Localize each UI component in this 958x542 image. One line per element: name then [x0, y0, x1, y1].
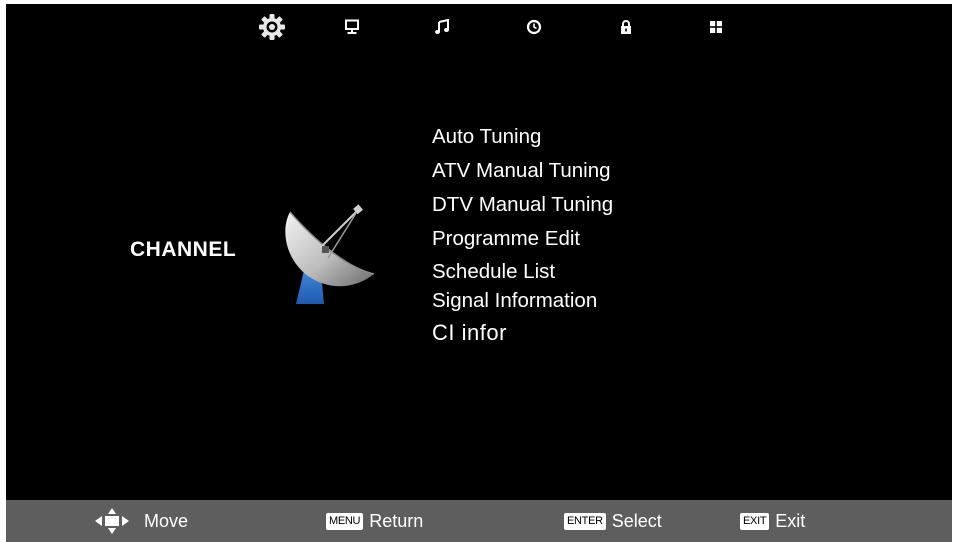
hint-move: Move: [94, 500, 188, 542]
satellite-dish-icon: [285, 204, 375, 304]
menu-item-atv-manual-tuning[interactable]: ATV Manual Tuning: [432, 159, 611, 183]
monitor-icon: [345, 19, 359, 34]
menu-item-signal-information[interactable]: Signal Information: [432, 289, 597, 313]
clock-icon: [526, 19, 542, 35]
tab-lock[interactable]: [608, 10, 644, 44]
hint-move-label: Move: [144, 510, 189, 531]
dpad-icon: [95, 508, 129, 534]
hint-select: ENTER Select: [564, 500, 662, 542]
exit-key-icon: EXIT: [740, 512, 770, 530]
hint-return-label: Return: [369, 510, 424, 531]
enter-key-icon: ENTER: [564, 512, 606, 530]
help-bar: Move MENU Return ENTER Select EXIT Exit: [6, 500, 952, 542]
hint-exit: EXIT Exit: [740, 500, 805, 542]
tab-channel[interactable]: [254, 10, 290, 44]
menu-item-schedule-list[interactable]: Schedule List: [432, 260, 555, 284]
menu-item-ci-infor[interactable]: CI infor: [432, 320, 507, 346]
gear-icon: [259, 14, 285, 40]
menu-item-programme-edit[interactable]: Programme Edit: [432, 227, 580, 251]
hint-exit-label: Exit: [775, 510, 806, 531]
menu-key-icon: MENU: [326, 512, 364, 530]
tv-menu-screen: CHANNEL Auto Tuning ATV Manual Tuning DT…: [6, 4, 952, 500]
menu-item-dtv-manual-tuning[interactable]: DTV Manual Tuning: [432, 193, 613, 217]
category-tab-bar: [6, 4, 952, 48]
music-note-icon: [435, 19, 449, 34]
hint-select-label: Select: [611, 510, 662, 531]
hint-return: MENU Return: [326, 500, 423, 542]
section-title: CHANNEL: [130, 238, 237, 261]
tab-picture[interactable]: [334, 10, 370, 44]
tab-sound[interactable]: [424, 10, 460, 44]
tab-setup[interactable]: [698, 10, 734, 44]
apps-grid-icon: [710, 21, 722, 33]
menu-item-auto-tuning[interactable]: Auto Tuning: [432, 125, 541, 149]
lock-icon: [621, 20, 631, 34]
tab-time[interactable]: [516, 10, 552, 44]
